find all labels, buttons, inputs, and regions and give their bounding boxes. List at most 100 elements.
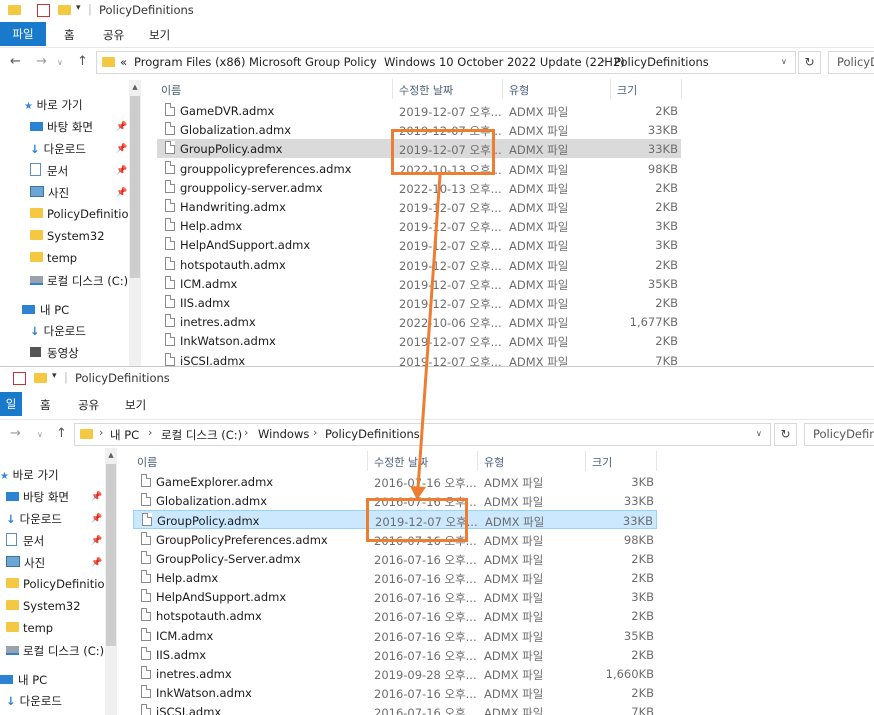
- forward-icon[interactable]: →: [10, 426, 21, 441]
- breadcrumb-item[interactable]: Microsoft Group Policy: [249, 55, 377, 69]
- nav-pane-scrollbar[interactable]: ▲: [105, 448, 117, 715]
- nav-item-system32[interactable]: System32: [30, 229, 105, 243]
- tab-file[interactable]: 파일: [0, 22, 46, 46]
- file-row[interactable]: ICM.admx 2019-12-07 오후... ADMX 파일 35KB: [157, 274, 681, 293]
- file-row[interactable]: ICM.admx 2016-07-16 오후... ADMX 파일 35KB: [133, 626, 657, 645]
- nav-item-temp[interactable]: temp: [30, 251, 77, 265]
- nav-item-this-pc[interactable]: 내 PC: [0, 672, 47, 688]
- breadcrumb-item[interactable]: Program Files (x86): [134, 55, 245, 69]
- column-header-size[interactable]: 크기: [617, 82, 637, 98]
- refresh-icon[interactable]: ↻: [798, 51, 821, 74]
- column-header-size[interactable]: 크기: [592, 454, 612, 470]
- quick-access-header[interactable]: ★ 바로 가기: [24, 97, 83, 113]
- search-input[interactable]: PolicyDefinit: [804, 423, 874, 446]
- nav-item-pc-downloads[interactable]: ↓ 다운로드: [30, 323, 86, 339]
- breadcrumb-item[interactable]: Windows 10 October 2022 Update (22H2): [384, 55, 625, 69]
- scrollbar-thumb[interactable]: [130, 96, 140, 278]
- file-row[interactable]: GameDVR.admx 2019-12-07 오후... ADMX 파일 2KB: [157, 101, 681, 120]
- recent-dropdown-icon[interactable]: ∨: [37, 430, 43, 439]
- column-divider[interactable]: [585, 451, 586, 471]
- nav-item-pictures[interactable]: 사진: [6, 555, 45, 571]
- column-divider[interactable]: [681, 79, 682, 99]
- tab-share[interactable]: 공유: [78, 397, 99, 413]
- nav-item-local-disk[interactable]: 로컬 디스크 (C:): [30, 273, 128, 289]
- nav-item-policydefinition[interactable]: PolicyDefinition: [30, 207, 136, 221]
- breadcrumb-item[interactable]: 내 PC: [110, 427, 139, 443]
- column-header-date[interactable]: 수정한 날짜: [399, 82, 453, 98]
- chevron-right-icon[interactable]: ›: [244, 426, 248, 439]
- chevron-right-icon[interactable]: ›: [370, 54, 374, 67]
- address-dropdown-icon[interactable]: ∨: [781, 57, 787, 66]
- quick-access-header[interactable]: ★ 바로 가기: [0, 467, 59, 483]
- tab-view[interactable]: 보기: [125, 397, 146, 413]
- nav-pane-scrollbar[interactable]: ▲: [129, 80, 141, 366]
- file-row[interactable]: IIS.admx 2019-12-07 오후... ADMX 파일 2KB: [157, 293, 681, 312]
- column-divider[interactable]: [656, 451, 657, 471]
- nav-item-policydefinition[interactable]: PolicyDefinition: [6, 577, 112, 591]
- column-header-name[interactable]: 이름: [161, 82, 181, 98]
- file-row[interactable]: iSCSI.admx 2016-07-16 오후... ADMX 파일 7KB: [133, 702, 657, 715]
- address-bar[interactable]: « Program Files (x86) › Microsoft Group …: [96, 51, 796, 74]
- file-row[interactable]: hotspotauth.admx 2019-12-07 오후... ADMX 파일 2…: [157, 255, 681, 274]
- column-divider[interactable]: [367, 451, 368, 471]
- nav-item-temp[interactable]: temp: [6, 621, 53, 635]
- breadcrumb-item[interactable]: Windows: [258, 427, 309, 441]
- nav-item-desktop[interactable]: 바탕 화면: [30, 119, 93, 135]
- back-icon[interactable]: ←: [10, 54, 21, 69]
- column-divider[interactable]: [610, 79, 611, 99]
- new-folder-icon[interactable]: [34, 373, 47, 383]
- breadcrumb-item[interactable]: PolicyDefinitions: [614, 55, 709, 69]
- breadcrumb-item[interactable]: PolicyDefinitions: [325, 427, 420, 441]
- properties-icon[interactable]: [13, 372, 26, 385]
- up-icon[interactable]: ↑: [56, 426, 67, 441]
- file-row[interactable]: InkWatson.admx 2016-07-16 오후... ADMX 파일 2KB: [133, 683, 657, 702]
- file-row[interactable]: IIS.admx 2016-07-16 오후... ADMX 파일 2KB: [133, 645, 657, 664]
- nav-item-pc-downloads[interactable]: ↓ 다운로드: [6, 693, 62, 709]
- nav-item-local-disk[interactable]: 로컬 디스크 (C:): [6, 643, 104, 659]
- column-header-type[interactable]: 유형: [509, 82, 529, 98]
- breadcrumb-item[interactable]: 로컬 디스크 (C:): [161, 427, 242, 443]
- column-header-name[interactable]: 이름: [137, 454, 157, 470]
- file-row[interactable]: Handwriting.admx 2019-12-07 오후... ADMX 파일 2…: [157, 197, 681, 216]
- file-row[interactable]: Help.admx 2016-07-16 오후... ADMX 파일 2KB: [133, 568, 657, 587]
- recent-dropdown-icon[interactable]: ∨: [57, 58, 63, 67]
- file-row[interactable]: GroupPolicy-Server.admx 2016-07-16 오후... A…: [133, 549, 657, 568]
- quick-access-dropdown-icon[interactable]: ▾: [76, 3, 81, 13]
- nav-item-downloads[interactable]: ↓ 다운로드: [30, 141, 86, 157]
- file-row[interactable]: InkWatson.admx 2019-12-07 오후... ADMX 파일 2KB: [157, 331, 681, 350]
- file-row[interactable]: HelpAndSupport.admx 2016-07-16 오후... ADMX …: [133, 587, 657, 606]
- file-row[interactable]: GameExplorer.admx 2016-07-16 오후... ADMX 파일…: [133, 472, 657, 491]
- column-divider[interactable]: [502, 79, 503, 99]
- nav-item-pictures[interactable]: 사진: [30, 185, 69, 201]
- nav-item-downloads[interactable]: ↓ 다운로드: [6, 511, 62, 527]
- file-row[interactable]: grouppolicy-server.admx 2022-10-13 오후... A…: [157, 178, 681, 197]
- tab-share[interactable]: 공유: [103, 27, 124, 43]
- tab-view[interactable]: 보기: [149, 27, 170, 43]
- nav-item-system32[interactable]: System32: [6, 599, 81, 613]
- scroll-up-icon[interactable]: ▲: [105, 448, 117, 462]
- chevron-right-icon[interactable]: ›: [99, 426, 103, 439]
- scroll-up-icon[interactable]: ▲: [129, 80, 141, 94]
- file-row[interactable]: iSCSI.admx 2019-12-07 오후... ADMX 파일 7KB: [157, 351, 681, 366]
- nav-item-this-pc[interactable]: 내 PC: [22, 302, 69, 318]
- chevron-right-icon[interactable]: ›: [313, 426, 317, 439]
- chevron-right-icon[interactable]: ›: [148, 426, 152, 439]
- tab-home[interactable]: 홈: [64, 27, 75, 43]
- up-icon[interactable]: ↑: [77, 54, 88, 69]
- nav-item-desktop[interactable]: 바탕 화면: [6, 489, 69, 505]
- file-row[interactable]: Help.admx 2019-12-07 오후... ADMX 파일 3KB: [157, 216, 681, 235]
- nav-item-documents[interactable]: 문서: [30, 163, 68, 179]
- file-row[interactable]: inetres.admx 2019-09-28 오후... ADMX 파일 1,660…: [133, 664, 657, 683]
- address-bar[interactable]: › 내 PC › 로컬 디스크 (C:) › Windows › PolicyD…: [74, 423, 771, 446]
- properties-icon[interactable]: [37, 4, 50, 17]
- chevron-right-icon[interactable]: ›: [601, 54, 605, 67]
- new-folder-icon[interactable]: [58, 5, 71, 15]
- refresh-icon[interactable]: ↻: [774, 423, 797, 446]
- column-header-date[interactable]: 수정한 날짜: [374, 454, 428, 470]
- chevron-right-icon[interactable]: ›: [236, 54, 240, 67]
- file-row[interactable]: inetres.admx 2022-10-06 오후... ADMX 파일 1,677…: [157, 312, 681, 331]
- search-input[interactable]: PolicyD: [828, 51, 874, 74]
- nav-item-documents[interactable]: 문서: [6, 533, 44, 549]
- column-divider[interactable]: [392, 79, 393, 99]
- file-row[interactable]: HelpAndSupport.admx 2019-12-07 오후... ADMX …: [157, 235, 681, 254]
